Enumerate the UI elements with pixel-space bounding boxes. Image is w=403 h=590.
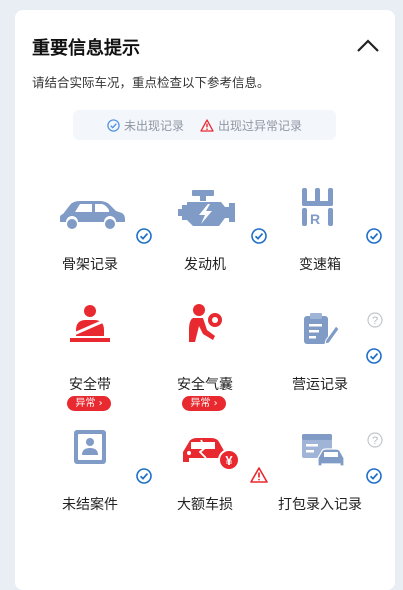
check-circle-icon xyxy=(366,468,382,484)
item-package-record[interactable]: ? 打包录入记录 xyxy=(260,422,383,522)
item-label: 未结案件 xyxy=(62,497,118,513)
gearbox-icon: R xyxy=(260,182,380,242)
item-operation-record[interactable]: ? 营运记录 xyxy=(260,302,383,402)
svg-text:?: ? xyxy=(372,315,378,327)
item-pending-case[interactable]: 未结案件 xyxy=(30,422,152,522)
legend-abnormal: 出现过异常记录 xyxy=(200,117,302,134)
item-car-damage[interactable]: ¥ 大额车损 xyxy=(145,422,268,522)
abnormal-badge[interactable]: 异常 › xyxy=(67,396,111,411)
warning-triangle-icon xyxy=(200,118,214,132)
item-engine[interactable]: 发动机 xyxy=(145,182,267,282)
check-circle-icon xyxy=(107,118,120,132)
item-label: 安全带 xyxy=(69,377,111,393)
item-label: 变速箱 xyxy=(299,257,341,273)
svg-text:¥: ¥ xyxy=(225,453,233,468)
item-label: 骨架记录 xyxy=(62,257,118,273)
item-frame-record[interactable]: 骨架记录 xyxy=(30,182,152,282)
status-legend: 未出现记录 出现过异常记录 xyxy=(73,110,336,140)
check-circle-icon xyxy=(366,228,382,244)
abnormal-badge[interactable]: 异常 › xyxy=(182,396,226,411)
item-gearbox[interactable]: R 变速箱 xyxy=(260,182,382,282)
legend-abnormal-label: 出现过异常记录 xyxy=(218,118,303,133)
item-label: 营运记录 xyxy=(292,377,348,393)
operation-record-icon xyxy=(260,302,380,362)
panel-title: 重要信息提示 xyxy=(32,38,140,59)
help-circle-icon[interactable]: ? xyxy=(367,432,383,448)
pending-case-icon xyxy=(30,422,150,482)
item-label: 安全气囊 xyxy=(177,377,233,393)
engine-icon xyxy=(145,182,265,242)
item-label: 打包录入记录 xyxy=(278,497,362,513)
svg-text:?: ? xyxy=(372,435,378,447)
chevron-up-icon[interactable] xyxy=(355,36,381,56)
package-record-icon xyxy=(260,422,380,482)
item-seatbelt[interactable]: 安全带 异常 › xyxy=(30,302,150,411)
panel-subtitle: 请结合实际车况，重点检查以下参考信息。 xyxy=(32,75,270,90)
legend-normal: 未出现记录 xyxy=(107,117,184,134)
item-airbag[interactable]: 安全气囊 异常 › xyxy=(145,302,265,411)
legend-normal-label: 未出现记录 xyxy=(123,118,184,133)
help-circle-icon[interactable]: ? xyxy=(367,312,383,328)
car-damage-icon: ¥ xyxy=(145,422,265,482)
important-info-panel: 重要信息提示 请结合实际车况，重点检查以下参考信息。 未出现记录 出现过异常记录… xyxy=(15,10,395,590)
airbag-icon xyxy=(145,302,265,362)
item-label: 大额车损 xyxy=(177,497,233,513)
car-frame-icon xyxy=(30,182,150,242)
item-label: 发动机 xyxy=(184,257,226,273)
seatbelt-icon xyxy=(30,302,150,362)
svg-text:R: R xyxy=(310,211,320,227)
check-circle-icon xyxy=(366,348,382,364)
